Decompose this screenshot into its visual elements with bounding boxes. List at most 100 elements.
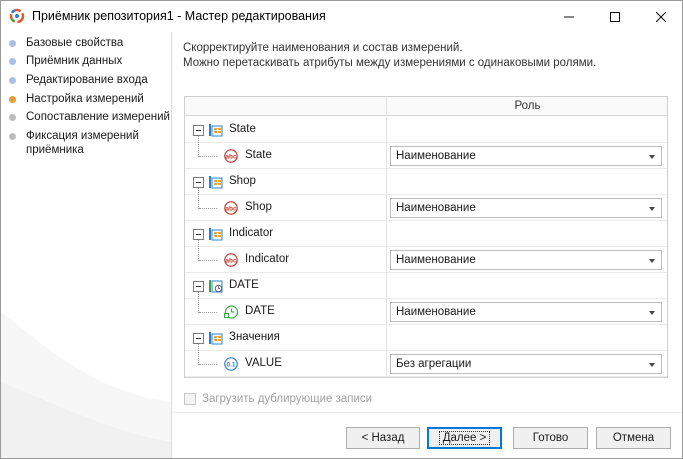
maximize-button[interactable] xyxy=(592,1,638,32)
attribute-name-cell: abc State xyxy=(185,136,387,169)
minimize-button[interactable] xyxy=(546,1,592,32)
dimension-name-cell: Значения xyxy=(185,325,387,351)
collapse-toggle-icon[interactable] xyxy=(193,125,204,136)
collapse-toggle-icon[interactable] xyxy=(193,333,204,344)
step-dimension-mapping[interactable]: Сопоставление измерений xyxy=(9,110,170,124)
dimension-name: Значения xyxy=(229,331,280,343)
dimension-role-cell xyxy=(388,117,667,143)
title-bar: Приёмник репозитория1 - Мастер редактиро… xyxy=(1,1,682,32)
page-description: Скорректируйте наименования и состав изм… xyxy=(183,41,596,71)
svg-text:0.1: 0.1 xyxy=(226,361,235,368)
maximize-icon xyxy=(610,11,620,22)
attribute-name: VALUE xyxy=(245,357,282,369)
chevron-down-icon[interactable] xyxy=(649,311,655,315)
window-title: Приёмник репозитория1 - Мастер редактиро… xyxy=(32,9,326,23)
grid-header-role: Роль xyxy=(514,100,541,112)
dimension-name-cell: DATE xyxy=(185,273,387,299)
dimension-row-shop[interactable]: Shop xyxy=(185,169,667,195)
role-select[interactable]: Наименование xyxy=(390,250,662,270)
duplicate-records-label: Загрузить дублирующие записи xyxy=(202,393,373,405)
finish-button[interactable]: Готово xyxy=(513,427,588,449)
minimize-icon xyxy=(564,16,574,17)
step-edit-input[interactable]: Редактирование входа xyxy=(9,73,148,87)
role-select[interactable]: Наименование xyxy=(390,302,662,322)
chevron-down-icon[interactable] xyxy=(649,259,655,263)
dimension-name-cell: State xyxy=(185,117,387,143)
step-todo-dot-icon xyxy=(9,114,16,121)
dimension-name-cell: Indicator xyxy=(185,221,387,247)
dimensions-grid[interactable]: Роль State abc State Наименование Shop a… xyxy=(184,96,668,378)
attribute-name-cell: 0.1 VALUE xyxy=(185,344,387,377)
step-label: Сопоставление измерений xyxy=(26,111,170,123)
step-label: Фиксация измерений приёмника xyxy=(26,130,139,156)
text-attribute-icon: abc xyxy=(224,201,238,215)
back-button[interactable]: < Назад xyxy=(346,427,420,449)
wizard-steps-sidebar: Базовые свойства Приёмник данных Редакти… xyxy=(1,32,172,458)
dimension-name: Indicator xyxy=(229,227,274,239)
step-dimension-setup[interactable]: Настройка измерений xyxy=(9,92,144,106)
attribute-role-cell: Без агрегации xyxy=(388,351,667,377)
dimension-role-cell xyxy=(388,221,667,247)
close-button[interactable] xyxy=(638,1,683,32)
dimension-row-state[interactable]: State xyxy=(185,117,667,143)
dimension-name: Shop xyxy=(229,175,256,187)
step-receiver-dimension-fixing[interactable]: Фиксация измерений приёмника xyxy=(9,129,159,157)
attribute-row-date[interactable]: DATE Наименование xyxy=(185,292,667,325)
attribute-name: Shop xyxy=(245,201,272,213)
attribute-row-shop[interactable]: abc Shop Наименование xyxy=(185,188,667,221)
attribute-role-cell: Наименование xyxy=(388,299,667,325)
aggregation-select-value: Без агрегации xyxy=(396,358,472,370)
aggregation-select[interactable]: Без агрегации xyxy=(390,354,662,374)
attribute-name: DATE xyxy=(245,305,275,317)
chevron-down-icon[interactable] xyxy=(649,155,655,159)
attribute-row-state[interactable]: abc State Наименование xyxy=(185,136,667,169)
step-data-receiver[interactable]: Приёмник данных xyxy=(9,54,122,68)
step-basic-properties[interactable]: Базовые свойства xyxy=(9,36,123,50)
next-button[interactable]: Далее > xyxy=(427,427,502,449)
role-select[interactable]: Наименование xyxy=(390,146,662,166)
dimension-row-date[interactable]: DATE xyxy=(185,273,667,299)
attribute-row-value[interactable]: 0.1 VALUE Без агрегации xyxy=(185,344,667,377)
role-select[interactable]: Наименование xyxy=(390,198,662,218)
attribute-role-cell: Наименование xyxy=(388,247,667,273)
step-done-dot-icon xyxy=(9,40,16,47)
text-attribute-icon: abc xyxy=(224,149,238,163)
cancel-button[interactable]: Отмена xyxy=(596,427,671,449)
step-done-dot-icon xyxy=(9,58,16,65)
collapse-toggle-icon[interactable] xyxy=(193,177,204,188)
collapse-toggle-icon[interactable] xyxy=(193,229,204,240)
text-attribute-icon: abc xyxy=(224,253,238,267)
dimension-role-cell xyxy=(388,325,667,351)
attribute-name: State xyxy=(245,149,272,161)
wizard-window: Приёмник репозитория1 - Мастер редактиро… xyxy=(0,0,683,459)
footer-divider xyxy=(173,412,682,413)
step-label: Редактирование входа xyxy=(26,74,148,86)
grid-header: Роль xyxy=(185,97,667,116)
role-select-value: Наименование xyxy=(396,150,476,162)
attribute-name-cell: abc Indicator xyxy=(185,240,387,273)
duplicate-records-checkbox[interactable] xyxy=(184,393,196,405)
dimension-row-indicator[interactable]: Indicator xyxy=(185,221,667,247)
dimension-row-values[interactable]: Значения xyxy=(185,325,667,351)
step-label: Базовые свойства xyxy=(26,37,124,49)
dimension-icon xyxy=(209,176,223,189)
role-select-value: Наименование xyxy=(396,254,476,266)
step-label: Приёмник данных xyxy=(26,55,123,67)
chevron-down-icon[interactable] xyxy=(649,207,655,211)
dimension-role-cell xyxy=(388,273,667,299)
chevron-down-icon[interactable] xyxy=(649,363,655,367)
attribute-role-cell: Наименование xyxy=(388,143,667,169)
svg-text:abc: abc xyxy=(225,154,237,161)
step-active-dot-icon xyxy=(9,96,16,103)
attribute-name: Indicator xyxy=(245,253,290,265)
svg-text:abc: abc xyxy=(225,258,237,265)
attribute-row-indicator[interactable]: abc Indicator Наименование xyxy=(185,240,667,273)
dimension-icon xyxy=(209,332,223,345)
collapse-toggle-icon[interactable] xyxy=(193,281,204,292)
numeric-attribute-icon: 0.1 xyxy=(224,357,238,371)
calendar-dimension-icon xyxy=(209,280,223,293)
dimension-icon xyxy=(209,124,223,137)
step-todo-dot-icon xyxy=(9,133,16,140)
svg-text:abc: abc xyxy=(225,206,237,213)
dimension-name-cell: Shop xyxy=(185,169,387,195)
